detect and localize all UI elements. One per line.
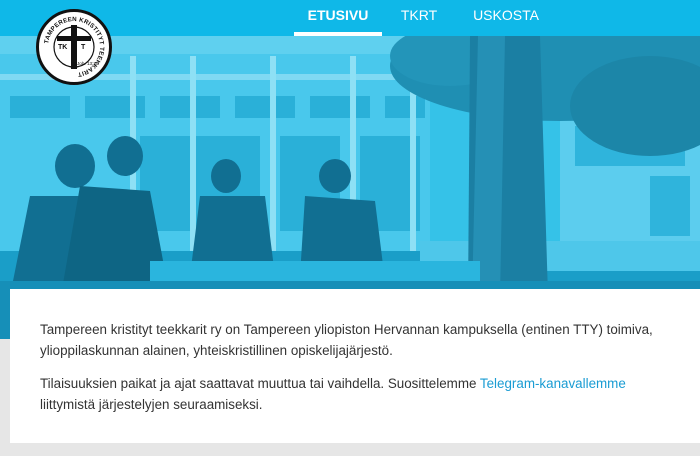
telegram-channel-link[interactable]: Telegram-kanavallemme xyxy=(480,376,626,391)
notice-paragraph: Tilaisuuksien paikat ja ajat saattavat m… xyxy=(40,373,680,415)
nav-item-uskosta[interactable]: USKOSTA xyxy=(456,0,556,36)
logo-verse: Joh. 13:35 xyxy=(77,61,99,66)
notice-text-before: Tilaisuuksien paikat ja ajat saattavat m… xyxy=(40,376,480,391)
nav-item-tkrt[interactable]: TKRT xyxy=(382,0,456,36)
site-logo[interactable]: TAMPEREEN KRISTITYT TEEKKARIT TK T Joh. … xyxy=(36,9,112,85)
intro-card: Tampereen kristityt teekkarit ry on Tamp… xyxy=(10,289,700,443)
main-nav: ETUSIVU TKRT USKOSTA xyxy=(294,0,556,36)
page: ETUSIVU TKRT USKOSTA TAMPEREEN KRISTITYT… xyxy=(0,0,700,456)
nav-item-etusivu[interactable]: ETUSIVU xyxy=(294,0,382,36)
logo-monogram-left: TK xyxy=(58,44,67,51)
logo-emblem-icon: TAMPEREEN KRISTITYT TEEKKARIT TK T Joh. … xyxy=(43,16,105,78)
logo-monogram-right: T xyxy=(81,44,86,51)
notice-text-after: liittymistä järjestelyjen seuraamiseksi. xyxy=(40,397,263,412)
intro-paragraph: Tampereen kristityt teekkarit ry on Tamp… xyxy=(40,322,653,358)
